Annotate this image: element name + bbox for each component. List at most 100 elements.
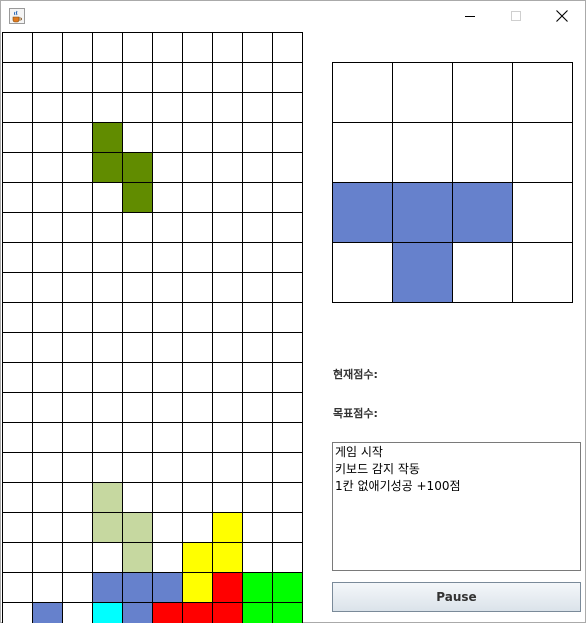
board-cell (32, 272, 63, 303)
board-cell (182, 302, 213, 333)
board-cell (152, 92, 183, 123)
board-cell (2, 122, 33, 153)
board-cell (182, 212, 213, 243)
board-cell (32, 452, 63, 483)
board-cell (62, 482, 93, 513)
board-cell (152, 422, 183, 453)
board-cell-filled (212, 602, 243, 623)
board-cell (212, 272, 243, 303)
board-cell (2, 272, 33, 303)
board-cell-filled (212, 512, 243, 543)
board-cell-filled (92, 482, 123, 513)
board-cell (122, 122, 153, 153)
board-cell (242, 212, 273, 243)
board-cell (182, 32, 213, 63)
board-cell-filled (92, 122, 123, 153)
board-cell (182, 512, 213, 543)
board-cell (92, 362, 123, 393)
board-cell (62, 182, 93, 213)
preview-cell (392, 122, 453, 183)
board-cell (272, 542, 303, 573)
board-cell (212, 332, 243, 363)
board-cell (92, 242, 123, 273)
board-cell (182, 452, 213, 483)
board-cell (152, 362, 183, 393)
minimize-button[interactable] (447, 1, 493, 31)
maximize-button[interactable] (493, 1, 539, 31)
preview-cell-filled (452, 182, 513, 243)
preview-cell-filled (332, 182, 393, 243)
board-cell (122, 62, 153, 93)
board-cell (2, 182, 33, 213)
board-cell (92, 32, 123, 63)
board-cell (62, 602, 93, 623)
board-cell (242, 92, 273, 123)
board-cell (212, 422, 243, 453)
pause-button[interactable]: Pause (332, 582, 581, 612)
board-cell (92, 422, 123, 453)
board-cell (2, 572, 33, 603)
board-cell (62, 302, 93, 333)
board-cell-filled (122, 182, 153, 213)
board-cell (212, 122, 243, 153)
board-cell (152, 512, 183, 543)
board-cell-filled (182, 602, 213, 623)
board-cell (2, 392, 33, 423)
board-cell-filled (122, 512, 153, 543)
board-cell (32, 302, 63, 333)
board-cell (182, 272, 213, 303)
board-cell (32, 482, 63, 513)
board-cell (2, 482, 33, 513)
preview-cell (512, 122, 573, 183)
board-cell (272, 152, 303, 183)
board-cell (32, 422, 63, 453)
board-cell (2, 242, 33, 273)
board-cell-filled (182, 572, 213, 603)
board-cell (62, 452, 93, 483)
board-cell-filled (272, 572, 303, 603)
board-cell (152, 272, 183, 303)
board-cell (242, 152, 273, 183)
board-cell (212, 92, 243, 123)
board-cell (152, 62, 183, 93)
preview-cell (452, 242, 513, 303)
board-cell (152, 122, 183, 153)
preview-cell (512, 242, 573, 303)
board-cell (272, 62, 303, 93)
board-cell (92, 392, 123, 423)
board-cell (122, 92, 153, 123)
board-cell (272, 122, 303, 153)
board-cell (62, 422, 93, 453)
board-cell (152, 392, 183, 423)
board-cell (182, 362, 213, 393)
board-cell (122, 422, 153, 453)
board-cell (242, 302, 273, 333)
close-button[interactable] (539, 1, 585, 31)
board-cell (122, 332, 153, 363)
board-cell (62, 212, 93, 243)
board-cell (152, 542, 183, 573)
board-cell (272, 332, 303, 363)
board-cell (32, 572, 63, 603)
board-cell (92, 542, 123, 573)
board-cell (2, 332, 33, 363)
board-cell (182, 242, 213, 273)
board-cell (32, 152, 63, 183)
board-cell (32, 242, 63, 273)
board-cell (62, 572, 93, 603)
board-cell (272, 482, 303, 513)
board-cell (182, 332, 213, 363)
board-cell (62, 122, 93, 153)
board-cell (2, 32, 33, 63)
preview-cell (512, 182, 573, 243)
board-cell-filled (92, 152, 123, 183)
board-cell (212, 242, 243, 273)
board-cell (242, 392, 273, 423)
board-cell (92, 452, 123, 483)
event-log[interactable]: 게임 시작 키보드 감지 작동 1칸 없애기성공 +100점 (332, 442, 581, 571)
board-cell (122, 242, 153, 273)
board-cell (32, 332, 63, 363)
board-cell-filled (242, 602, 273, 623)
preview-cell (392, 62, 453, 123)
board-cell (152, 332, 183, 363)
